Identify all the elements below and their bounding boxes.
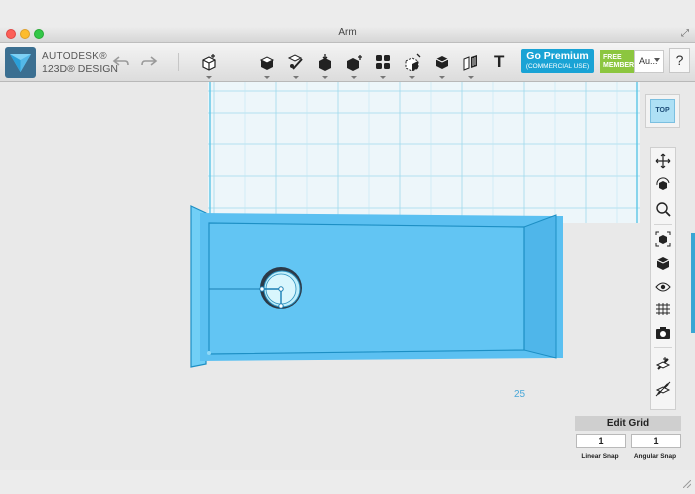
pattern-icon[interactable]	[343, 51, 365, 73]
snapshot-icon[interactable]	[653, 323, 673, 343]
3d-viewport[interactable]	[0, 82, 695, 470]
snap-dropdown-icon[interactable]	[468, 76, 474, 79]
sketch-dropdown-icon[interactable]	[264, 76, 270, 79]
grid-visibility-icon[interactable]	[653, 299, 673, 319]
account-dropdown[interactable]: Au...	[634, 50, 664, 73]
visibility-icon[interactable]	[653, 277, 673, 297]
view-cube[interactable]: TOP	[650, 99, 675, 123]
fit-icon[interactable]	[653, 229, 673, 249]
app-logo-icon	[5, 47, 36, 78]
edit-grid-panel: Edit Grid 1 1 Linear Snap Angular Snap	[575, 416, 681, 464]
construct-icon[interactable]	[285, 51, 307, 73]
undo-icon[interactable]	[110, 51, 132, 73]
free-member-badge[interactable]: FREE MEMBER	[600, 50, 634, 73]
combine-dropdown-icon[interactable]	[409, 76, 415, 79]
go-premium-title: Go Premium	[526, 50, 589, 62]
grid-size-label: 25	[514, 389, 526, 400]
group-dropdown-icon[interactable]	[380, 76, 386, 79]
resize-grip-icon[interactable]	[683, 480, 691, 488]
brand-name: AUTODESK®	[42, 51, 107, 62]
fullscreen-icon[interactable]: ⤢	[681, 28, 689, 39]
cylinder-hole[interactable]	[259, 267, 302, 309]
angular-snap-label: Angular Snap	[633, 453, 677, 460]
go-premium-subtitle: (COMMERCIAL USE)	[525, 63, 590, 70]
sketch-icon[interactable]	[256, 51, 278, 73]
panel-edge-handle[interactable]	[691, 233, 695, 333]
orbit-icon[interactable]	[653, 175, 673, 195]
window-title-bar: Arm ⤢	[0, 26, 695, 43]
product-name: 123D® DESIGN	[42, 63, 119, 75]
nav-divider	[654, 224, 672, 225]
chevron-down-icon	[654, 58, 660, 62]
pan-icon[interactable]	[653, 151, 673, 171]
status-bar	[0, 470, 695, 494]
pattern-dropdown-icon[interactable]	[351, 76, 357, 79]
material-icon[interactable]	[653, 354, 673, 374]
primitives-dropdown-icon[interactable]	[206, 76, 212, 79]
modify-dropdown-icon[interactable]	[322, 76, 328, 79]
selected-solid-object[interactable]	[190, 205, 563, 368]
app-logo-text: AUTODESK® 123D® DESIGN	[42, 51, 118, 75]
go-premium-button[interactable]: Go Premium (COMMERCIAL USE)	[521, 49, 594, 73]
zoom-icon[interactable]	[653, 199, 673, 219]
scene-canvas[interactable]	[0, 82, 695, 470]
free-member-line2: MEMBER	[603, 62, 635, 69]
toolbar-divider	[178, 53, 179, 71]
hide-icon[interactable]	[653, 379, 673, 399]
measure-icon[interactable]	[431, 51, 453, 73]
text-icon[interactable]: T	[494, 52, 504, 72]
grid-plane	[208, 82, 640, 223]
free-member-line1: FREE	[603, 54, 622, 61]
window-title: Arm	[338, 27, 357, 38]
snap-icon[interactable]	[460, 51, 482, 73]
help-button[interactable]: ?	[669, 48, 690, 73]
nav-divider	[654, 347, 672, 348]
primitives-icon[interactable]	[198, 51, 220, 73]
construct-dropdown-icon[interactable]	[293, 76, 299, 79]
edit-grid-button[interactable]: Edit Grid	[575, 416, 681, 431]
combine-icon[interactable]	[401, 51, 423, 73]
angular-snap-field[interactable]: 1	[631, 434, 681, 448]
view-material-icon[interactable]	[653, 253, 673, 273]
linear-snap-field[interactable]: 1	[576, 434, 626, 448]
modify-icon[interactable]	[314, 51, 336, 73]
measure-dropdown-icon[interactable]	[439, 76, 445, 79]
linear-snap-label: Linear Snap	[581, 453, 619, 460]
group-icon[interactable]	[372, 51, 394, 73]
redo-icon[interactable]	[138, 51, 160, 73]
navigation-panel	[650, 147, 676, 410]
